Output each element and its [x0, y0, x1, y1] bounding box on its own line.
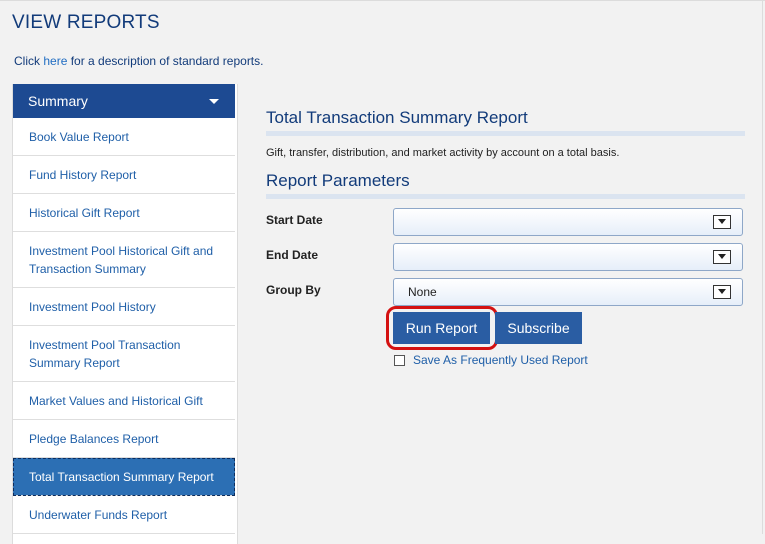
sidebar-item-label: Market Values and Historical Gift [29, 393, 203, 408]
parameters-divider [266, 194, 745, 199]
sidebar-item-label: Underwater Funds Report [29, 507, 168, 522]
sidebar-report-list: Book Value Report Fund History Report Hi… [13, 118, 235, 534]
subscribe-button[interactable]: Subscribe [495, 312, 582, 344]
dropdown-arrow-icon [713, 250, 731, 264]
report-parameters-heading: Report Parameters [266, 171, 410, 190]
sidebar-item-pledge-balances[interactable]: Pledge Balances Report [13, 420, 235, 458]
group-by-select[interactable]: None [393, 278, 743, 306]
sidebar-item-underwater-funds[interactable]: Underwater Funds Report [13, 496, 235, 534]
end-date-row: End Date [266, 243, 745, 273]
sidebar-item-total-transaction-summary[interactable]: Total Transaction Summary Report [13, 458, 235, 496]
top-border [0, 0, 765, 1]
title-divider [266, 131, 745, 136]
right-border [762, 0, 763, 534]
sidebar-item-label: Fund History Report [29, 167, 137, 182]
dropdown-arrow-icon [713, 285, 731, 299]
intro-suffix: for a description of standard reports. [67, 54, 264, 68]
sidebar-item-label: Historical Gift Report [29, 205, 140, 220]
report-sidebar: Summary Book Value Report Fund History R… [12, 84, 238, 544]
report-panel: Total Transaction Summary Report Gift, t… [266, 108, 745, 199]
intro-prefix: Click [14, 54, 44, 68]
start-date-row: Start Date [266, 208, 745, 238]
group-by-row: Group By None [266, 278, 745, 308]
caret-down-icon [209, 99, 219, 104]
group-by-value: None [408, 285, 437, 299]
sidebar-category-dropdown[interactable]: Summary [13, 84, 235, 118]
sidebar-item-label: Pledge Balances Report [29, 431, 159, 446]
start-date-select[interactable] [393, 208, 743, 236]
run-report-button[interactable]: Run Report [393, 312, 490, 344]
sidebar-item-label: Investment Pool Historical Gift and Tran… [29, 243, 214, 276]
end-date-label: End Date [266, 248, 319, 262]
sidebar-item-label: Book Value Report [29, 129, 129, 144]
sidebar-item-historical-gift[interactable]: Historical Gift Report [13, 194, 235, 232]
sidebar-item-investment-pool-transaction[interactable]: Investment Pool Transaction Summary Repo… [13, 326, 235, 382]
standard-reports-link[interactable]: here [43, 54, 67, 68]
save-frequent-checkbox[interactable] [394, 355, 405, 366]
start-date-label: Start Date [266, 213, 323, 227]
sidebar-item-label: Investment Pool Transaction Summary Repo… [29, 337, 181, 370]
group-by-label: Group By [266, 283, 321, 297]
report-description: Gift, transfer, distribution, and market… [266, 147, 620, 159]
sidebar-item-fund-history[interactable]: Fund History Report [13, 156, 235, 194]
end-date-select[interactable] [393, 243, 743, 271]
page-title: VIEW REPORTS [12, 12, 160, 33]
sidebar-category-label: Summary [28, 93, 88, 109]
dropdown-arrow-icon [713, 215, 731, 229]
report-title: Total Transaction Summary Report [266, 108, 528, 127]
intro-text: Click here for a description of standard… [14, 54, 263, 68]
sidebar-item-label: Total Transaction Summary Report [29, 469, 214, 484]
save-frequent-label: Save As Frequently Used Report [413, 353, 588, 367]
sidebar-item-investment-pool-history[interactable]: Investment Pool History [13, 288, 235, 326]
sidebar-item-book-value[interactable]: Book Value Report [13, 118, 235, 156]
sidebar-item-market-values[interactable]: Market Values and Historical Gift [13, 382, 235, 420]
sidebar-item-investment-pool-historical-gift[interactable]: Investment Pool Historical Gift and Tran… [13, 232, 235, 288]
sidebar-item-label: Investment Pool History [29, 299, 156, 314]
